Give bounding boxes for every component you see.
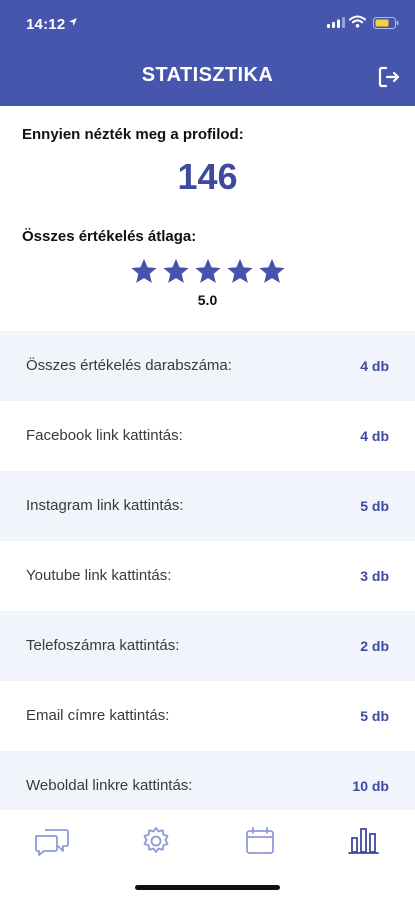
stat-value: 3 db: [360, 568, 389, 584]
statistics-icon[interactable]: [344, 824, 384, 858]
chat-icon[interactable]: [32, 824, 72, 858]
stat-value: 5 db: [360, 708, 389, 724]
stat-label: Instagram link kattintás:: [26, 497, 184, 514]
rating-average-label: Összes értékelés átlaga:: [22, 228, 197, 245]
views-count: 146: [177, 156, 238, 197]
stat-row-email: Email címre kattintás: 5 db: [0, 681, 415, 751]
stat-row-reviews-count: Összes értékelés darabszáma: 4 db: [0, 331, 415, 401]
stat-value: 4 db: [360, 358, 389, 374]
stat-label: Telefoszámra kattintás:: [26, 637, 180, 654]
page-title: STATISZTIKA: [141, 64, 274, 86]
stat-row-facebook: Facebook link kattintás: 4 db: [0, 401, 415, 471]
star-icon: [259, 258, 285, 283]
battery-icon: [373, 17, 399, 29]
stat-row-instagram: Instagram link kattintás: 5 db: [0, 471, 415, 541]
stat-value: 4 db: [360, 428, 389, 444]
star-icon: [163, 258, 189, 283]
location-arrow-icon: [69, 18, 77, 26]
star-icon: [131, 258, 157, 283]
stat-label: Facebook link kattintás:: [26, 427, 183, 444]
star-icon: [227, 258, 253, 283]
stat-row-phone: Telefoszámra kattintás: 2 db: [0, 611, 415, 681]
signal-icon: [327, 17, 345, 28]
stat-value: 5 db: [360, 498, 389, 514]
rating-value: 5.0: [197, 292, 218, 308]
views-label: Ennyien nézték meg a profilod:: [22, 126, 244, 143]
logout-icon[interactable]: [376, 64, 402, 90]
rating-stars: [130, 257, 286, 285]
settings-icon[interactable]: [136, 824, 176, 858]
status-bar: 14:12: [0, 0, 415, 46]
stat-label: Összes értékelés darabszáma:: [26, 357, 232, 374]
stat-label: Email címre kattintás:: [26, 707, 170, 724]
home-indicator: [135, 885, 280, 890]
stat-value: 2 db: [360, 638, 389, 654]
stat-label: Youtube link kattintás:: [26, 567, 172, 584]
status-time: 14:12: [26, 16, 66, 33]
calendar-icon[interactable]: [240, 824, 280, 858]
wifi-icon: [349, 15, 366, 28]
app-header: 14:12 STATISZTIKA: [0, 0, 415, 106]
star-icon: [195, 258, 221, 283]
stat-row-youtube: Youtube link kattintás: 3 db: [0, 541, 415, 611]
stats-list: Összes értékelés darabszáma: 4 db Facebo…: [0, 331, 415, 821]
